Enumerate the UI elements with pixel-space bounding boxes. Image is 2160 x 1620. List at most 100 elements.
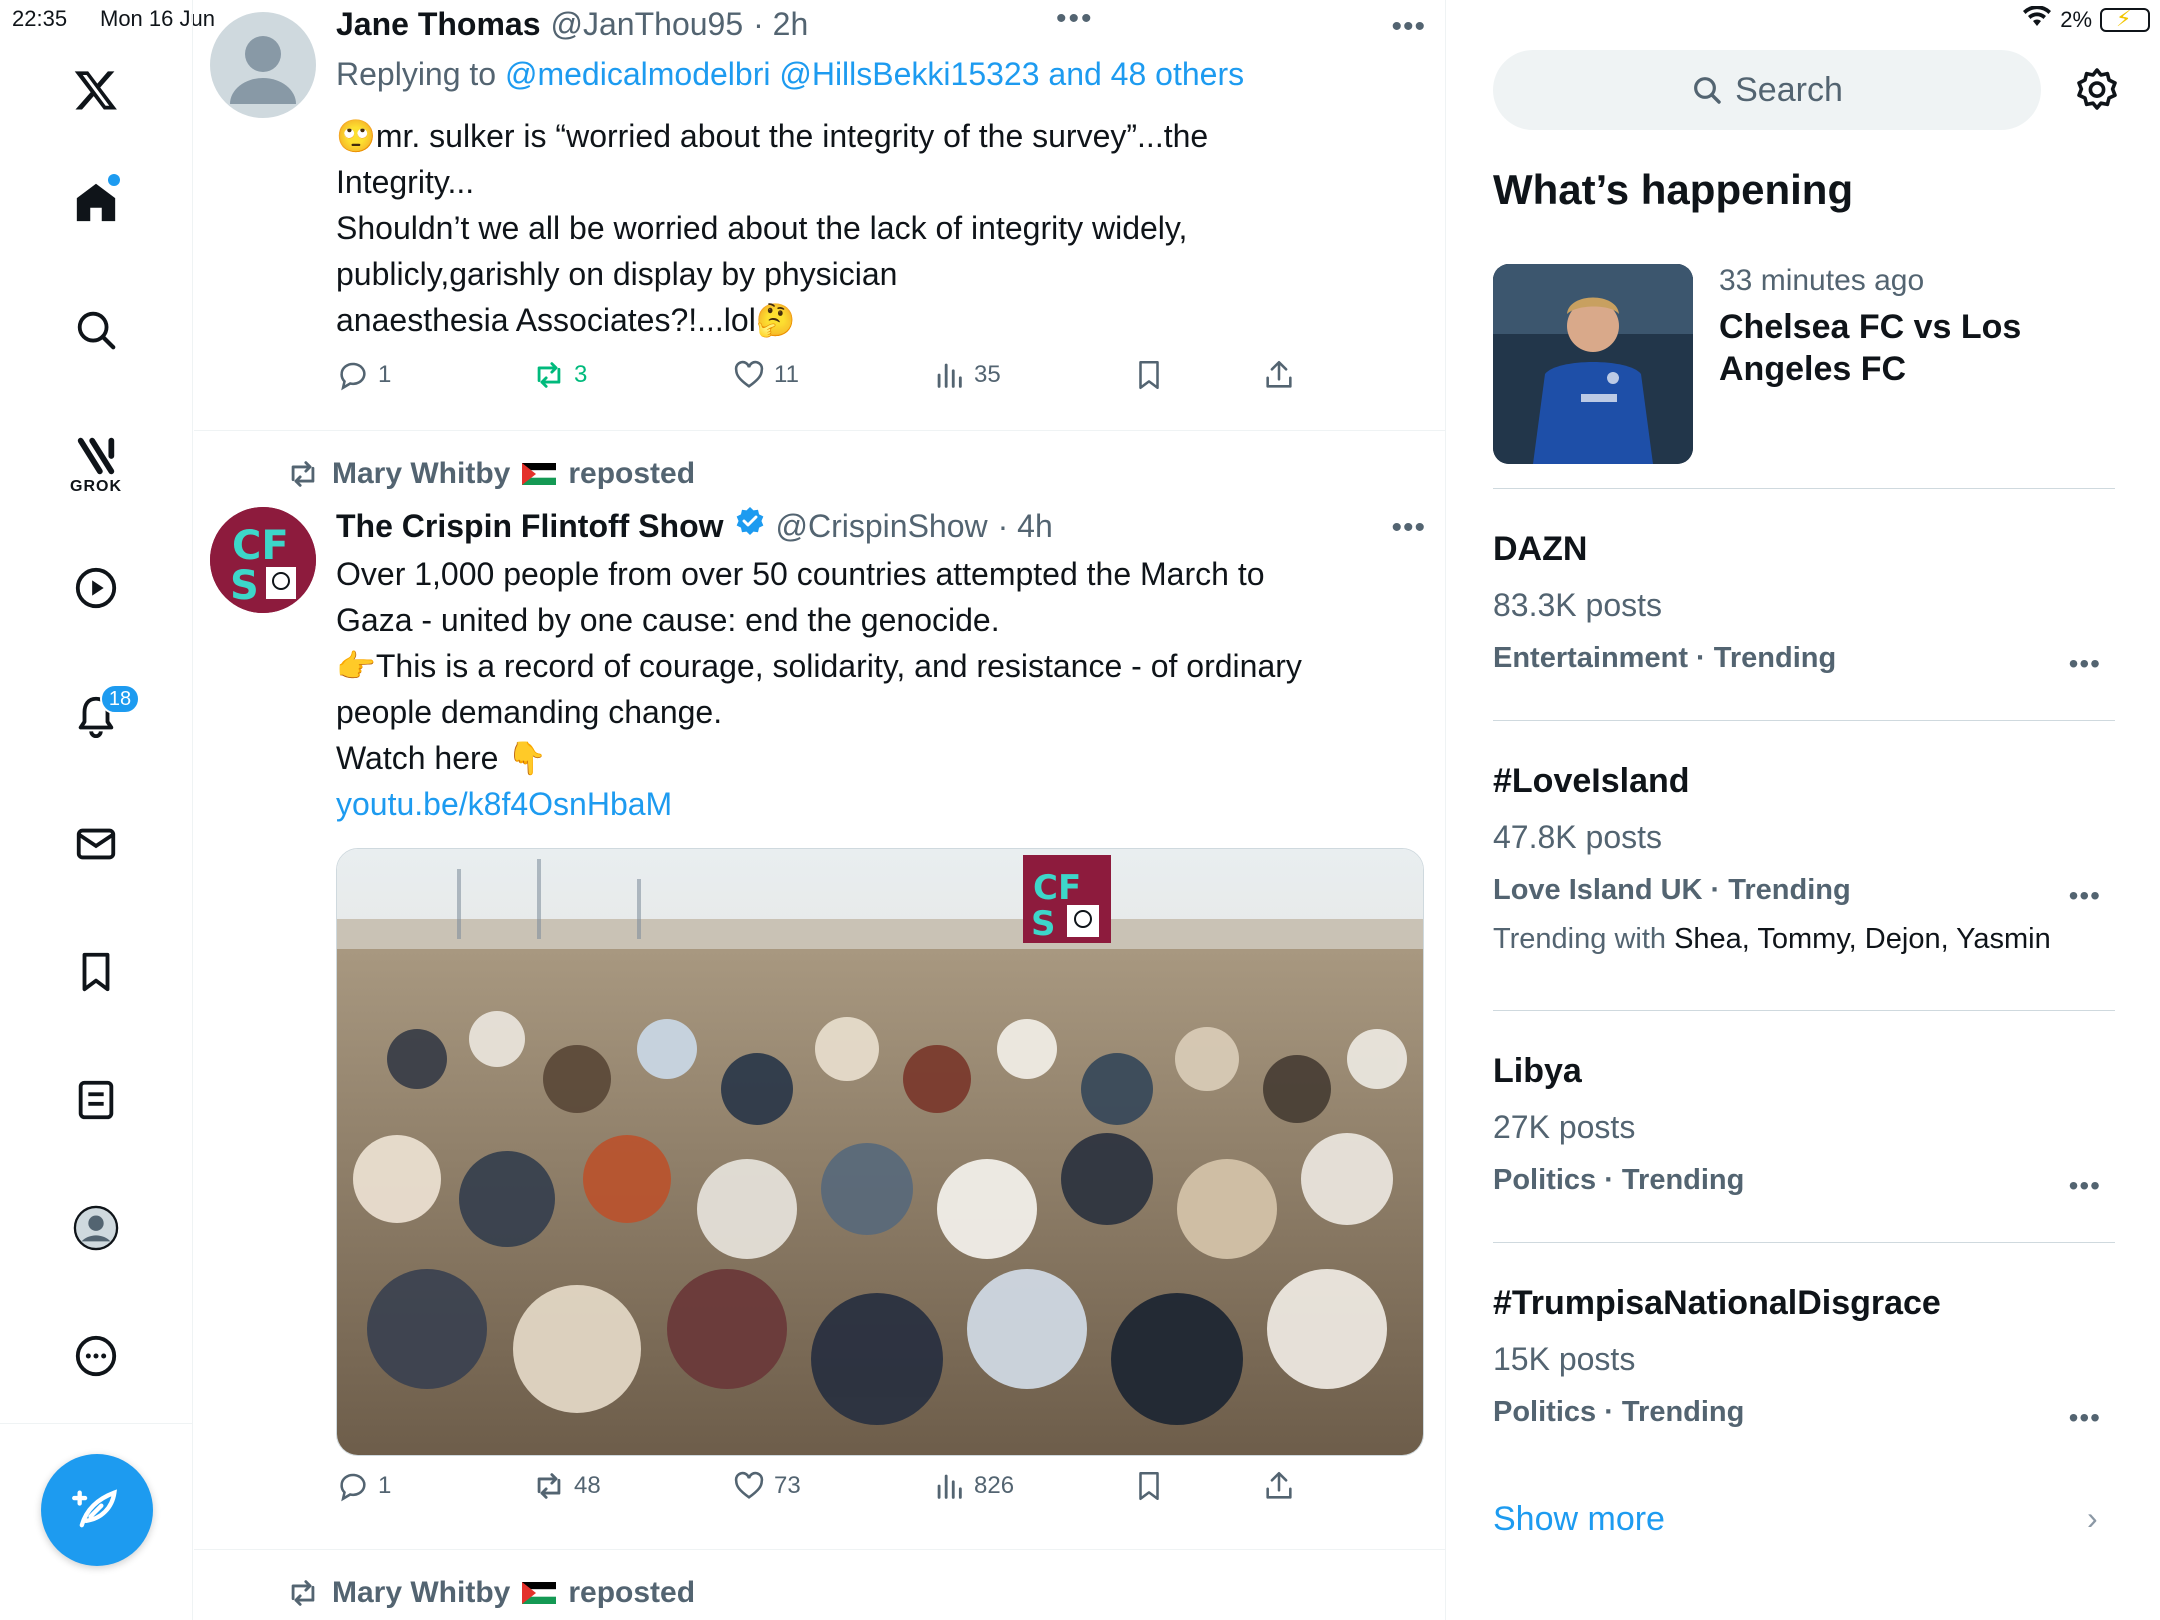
event-time: 33 minutes ago [1719,264,1925,297]
like-button[interactable]: 73 [732,1469,801,1503]
share-icon [1266,360,1292,388]
trending-with: Trending with Shea, Tommy, Dejon, Yasmin [1493,923,2115,956]
timeline: ••• Jane Thomas @JanThou95 · 2h ••• Repl… [194,0,1446,1620]
repost-small-icon [291,461,315,487]
tweet-more-button[interactable]: ••• [1391,511,1426,545]
search-bar[interactable]: Search [1493,50,2041,130]
replying-to-users[interactable]: @medicalmodelbri @HillsBekki15323 and 48… [505,56,1244,92]
trend-name: #TrumpisaNationalDisgrace [1493,1284,1941,1322]
view-count: 826 [974,1472,1015,1499]
trend-more-button[interactable]: ••• [2069,1170,2101,1202]
repost-button[interactable]: 48 [532,1469,601,1503]
bookmark-icon [1139,1471,1159,1501]
svg-text:CF: CF [1033,868,1081,908]
compose-post-button[interactable] [41,1454,153,1566]
chevron-right-icon[interactable]: › [2087,1500,2098,1537]
reposted-by: Mary Whitby reposted [286,457,695,491]
grok-label: GROK [70,478,122,495]
views-chart-icon [937,363,962,388]
repost-small-icon [291,1580,315,1606]
heart-icon [734,1471,764,1499]
cfs-logo-icon: CFS [210,507,316,613]
author-handle[interactable]: @JanThou95 [551,6,744,43]
tweet-line: people demanding change. [336,694,723,730]
replying-prefix: Replying to [336,56,497,92]
avatar[interactable] [210,12,316,118]
bookmark-icon [1139,360,1159,390]
like-count: 73 [774,1472,801,1499]
tweet-time: · 4h [997,508,1053,544]
tweet-line: anaesthesia Associates?!...lol🤔 [336,302,796,338]
bookmark-button[interactable] [1132,358,1166,392]
repost-icon [537,362,561,388]
trend-more-button[interactable]: ••• [2069,648,2101,680]
video-icon[interactable] [64,556,128,620]
trend-posts: 83.3K posts [1493,587,1662,623]
views-button[interactable]: 35 [932,358,1001,392]
tweet-crispin-flintoff[interactable]: Mary Whitby reposted CF S The Crispin Fli… [194,431,1445,1549]
tweet-line: Shouldn’t we all be worried about the la… [336,210,1188,246]
author-name[interactable]: Jane Thomas [336,6,541,43]
views-button[interactable]: 826 [932,1469,1014,1503]
svg-text:S: S [230,563,259,609]
like-button[interactable]: 11 [732,358,799,392]
reply-count: 1 [378,1472,392,1499]
search-icon[interactable] [64,298,128,362]
svg-text:S: S [1031,904,1056,944]
trend-name: DAZN [1493,530,1588,568]
footballer-photo [1493,264,1693,464]
trending-with-names[interactable]: Shea, Tommy, Dejon, Yasmin [1674,923,2051,955]
youtube-link[interactable]: youtu.be/k8f4OsnHbaM [336,781,1386,827]
tweet-line: publicly,garishly on display by physicia… [336,256,898,292]
tweet-line: Gaza - united by one cause: end the geno… [336,602,1000,638]
more-options-icon[interactable] [64,1324,128,1388]
share-button[interactable] [1262,358,1296,392]
tweet-actions: 1 3 11 35 [336,358,1336,402]
bookmarks-icon[interactable] [64,940,128,1004]
notifications-badge: 18 [100,684,140,714]
tweet-text: Over 1,000 people from over 50 countries… [336,551,1386,827]
crowd-photo: CF S [337,849,1423,1455]
reposter-name[interactable]: Mary Whitby [332,1576,510,1610]
nav-divider [0,1423,193,1424]
views-chart-icon [937,1474,962,1499]
trend-posts: 15K posts [1493,1341,1636,1377]
trend-name: Libya [1493,1052,1582,1090]
trend-item[interactable]: #TrumpisaNationalDisgrace 15K posts Poli… [1493,1284,2115,1433]
tweet-actions: 1 48 73 826 [336,1469,1336,1513]
trend-more-button[interactable]: ••• [2069,880,2101,912]
reply-button[interactable]: 1 [336,1469,391,1503]
tweet-jane-thomas[interactable]: Jane Thomas @JanThou95 · 2h ••• Replying… [194,0,1445,430]
reply-icon [340,1473,366,1502]
trend-more-button[interactable]: ••• [2069,1402,2101,1434]
trend-item[interactable]: #LoveIsland 47.8K posts Love Island UK ·… [1493,762,2115,956]
reply-button[interactable]: 1 [336,358,391,392]
lists-icon[interactable] [64,1068,128,1132]
trend-item[interactable]: DAZN 83.3K posts Entertainment · Trendin… [1493,530,2115,679]
sidebar-divider [1493,1010,2115,1011]
messages-icon[interactable] [64,812,128,876]
trend-item[interactable]: Libya 27K posts Politics · Trending ••• [1493,1052,2115,1201]
author-name[interactable]: The Crispin Flintoff Show [336,508,724,545]
video-thumbnail[interactable]: CF S [336,848,1424,1456]
repost-button[interactable]: 3 [532,358,587,392]
verified-badge-icon [736,507,763,535]
author-handle[interactable]: @CrispinShow [776,508,988,545]
bookmark-button[interactable] [1132,1469,1166,1503]
tweet-more-button[interactable]: ••• [1391,10,1426,44]
tweet-partial[interactable]: Mary Whitby reposted [194,1550,1445,1620]
whats-happening-title: What’s happening [1493,166,1854,213]
avatar[interactable]: CF S [210,507,316,613]
like-count: 11 [774,361,799,388]
settings-gear-icon[interactable] [2073,66,2121,114]
x-logo-icon[interactable] [64,58,128,122]
reposter-name[interactable]: Mary Whitby [332,457,510,491]
event-image[interactable] [1493,264,1693,464]
event-title[interactable]: Chelsea FC vs Los Angeles FC [1719,306,2119,390]
share-button[interactable] [1262,1469,1296,1503]
trend-category: Politics · Trending [1493,1164,1745,1196]
profile-avatar-icon[interactable] [64,1196,128,1260]
show-more-link[interactable]: Show more [1493,1500,1665,1539]
replying-to: Replying to @medicalmodelbri @HillsBekki… [336,56,1244,93]
tweet-header: Jane Thomas @JanThou95 · 2h [336,6,808,43]
